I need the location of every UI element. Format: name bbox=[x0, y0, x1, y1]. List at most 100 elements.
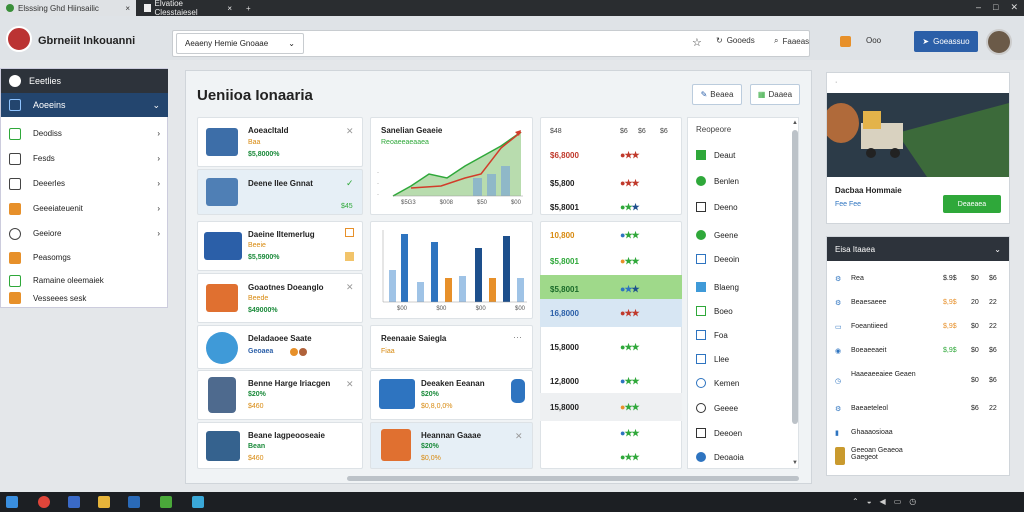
toolbar-button-1[interactable]: ✎ Beaea bbox=[692, 84, 742, 105]
table-row[interactable]: 15,8000 ●★★ bbox=[540, 393, 682, 421]
photos-icon[interactable] bbox=[192, 496, 204, 508]
star-icon[interactable]: ☆ bbox=[692, 36, 702, 49]
scroll-up-icon[interactable]: ▲ bbox=[792, 120, 798, 126]
share-button[interactable]: ➤ Goeassuo bbox=[914, 31, 978, 52]
detail-row[interactable]: ⚙ Baeaeteleol $6 22 bbox=[835, 405, 1003, 429]
battery-icon[interactable]: ▭ bbox=[894, 497, 902, 506]
more-icon[interactable]: ⋯ bbox=[513, 332, 522, 343]
table-row[interactable]: $5,8001 ●★★ bbox=[540, 193, 682, 221]
item-card-2[interactable]: Deene Ilee Gnnat $45 ✓ bbox=[197, 169, 363, 215]
x-tick: $00 bbox=[510, 200, 521, 206]
close-window-icon[interactable]: ✕ bbox=[1010, 2, 1018, 13]
toolbar-button-2[interactable]: ▦ Daaea bbox=[750, 84, 800, 105]
action-goods[interactable]: ↻ Gooeds bbox=[716, 36, 755, 45]
table-row[interactable]: $6,8000 ●★★ bbox=[540, 141, 682, 169]
item-card-3[interactable]: Daeine Iltemerlug Beeie $5,5900% bbox=[197, 221, 363, 271]
chevron-up-icon[interactable]: ⌃ bbox=[852, 497, 859, 506]
table-row[interactable]: 10,800 ●★★ bbox=[540, 221, 682, 249]
list-item[interactable]: Blaeng bbox=[696, 282, 739, 292]
folder-icon[interactable] bbox=[98, 496, 110, 508]
detail-row[interactable]: ◷ Haaeaeeaiee Geaen $0 $6 bbox=[835, 371, 1003, 405]
detail-row[interactable]: Geeoan Geaeoa Gaegeot bbox=[835, 447, 1003, 477]
table-row[interactable]: 12,8000 ●★★ bbox=[540, 367, 682, 395]
detail-row[interactable]: ⚙ Rea $.9$ $0 $6 bbox=[835, 275, 1003, 299]
table-row[interactable]: 15,8000 ●★★ bbox=[540, 333, 682, 361]
list-item[interactable]: Deoaoia bbox=[696, 452, 744, 462]
row-value: 15,8000 bbox=[550, 402, 579, 412]
promo-title: Dacbaa Hommaie bbox=[835, 186, 902, 195]
tab-close-icon[interactable]: × bbox=[125, 4, 130, 13]
browser-icon[interactable] bbox=[38, 496, 50, 508]
start-icon[interactable] bbox=[6, 496, 18, 508]
table-row[interactable]: —●★★ bbox=[540, 443, 682, 471]
list-item[interactable]: Deaut bbox=[696, 150, 735, 160]
detail-row[interactable]: ▭ Foeantiieed $,9$ $0 22 bbox=[835, 323, 1003, 347]
action-search[interactable]: ⌕ Faaeas bbox=[774, 36, 809, 46]
close-icon[interactable]: ✕ bbox=[346, 282, 354, 293]
user-avatar[interactable] bbox=[986, 29, 1012, 55]
item-card-5[interactable]: Deladaoee Saate Geoaea bbox=[197, 325, 363, 369]
detail-label: Rea bbox=[851, 275, 864, 282]
extension-icon[interactable] bbox=[840, 36, 851, 47]
mid-card-2[interactable]: Deeaken Eeanan $20% $0,8,0,0% bbox=[370, 370, 533, 420]
card-value: $49000% bbox=[248, 307, 278, 314]
list-item[interactable]: Kemen bbox=[696, 378, 739, 388]
mid-card-1[interactable]: Reenaaie Saiegla Fiaa ⋯ bbox=[370, 325, 533, 369]
tab-close-icon[interactable]: × bbox=[227, 4, 232, 13]
maximize-icon[interactable]: □ bbox=[993, 2, 998, 13]
mid-card-3[interactable]: Heannan Gaaae $20% $0,0% ✕ bbox=[370, 422, 533, 469]
new-tab-button[interactable]: + bbox=[240, 0, 254, 16]
sidebar-item-4[interactable]: Geeeiateuenit › bbox=[1, 196, 168, 221]
app-icon[interactable] bbox=[68, 496, 80, 508]
sidebar-item-6[interactable]: Peasomgs bbox=[1, 245, 168, 270]
action-more[interactable]: Ooo bbox=[866, 36, 881, 45]
vertical-scrollbar[interactable] bbox=[792, 130, 798, 424]
sidebar-item-3[interactable]: Deeerles › bbox=[1, 171, 168, 196]
detail-header[interactable]: Eisa Itaaea ⌄ bbox=[827, 237, 1009, 261]
card-title: Deene Ilee Gnnat bbox=[248, 179, 313, 188]
item-card-6[interactable]: Benne Harge Iriacgen $20% $460 ✕ bbox=[197, 370, 363, 420]
scroll-down-icon[interactable]: ▼ bbox=[792, 460, 798, 466]
list-item[interactable]: Deeno bbox=[696, 202, 738, 212]
truck-icon bbox=[204, 232, 242, 260]
network-icon[interactable]: ◒ bbox=[867, 497, 872, 506]
detail-row[interactable]: ▮ Ghaaaosioaa bbox=[835, 429, 1003, 447]
list-item[interactable]: Benlen bbox=[696, 176, 739, 186]
detail-row[interactable]: ◉ Boeaeeaeit $,9$ $0 $6 bbox=[835, 347, 1003, 371]
close-icon[interactable]: ✕ bbox=[346, 126, 354, 137]
browser-tab[interactable]: Elvatioe Clesstaiesel × bbox=[138, 0, 238, 17]
browser-tab-active[interactable]: Elsssing Ghd Hiinsailic × bbox=[0, 0, 136, 16]
item-card-1[interactable]: Aoeacltald Baa $5,8000% ✕ bbox=[197, 117, 363, 167]
detail-row-icon: ⚙ bbox=[835, 406, 842, 413]
item-card-4[interactable]: Goaotnes Doeanglo Beede $49000% ✕ bbox=[197, 273, 363, 323]
security-icon[interactable] bbox=[160, 496, 172, 508]
sidebar-item-active[interactable]: Aoeeins ⌄ bbox=[1, 93, 168, 117]
promo-button[interactable]: Deaeaea bbox=[943, 195, 1001, 213]
list-item[interactable]: Foa bbox=[696, 330, 728, 340]
close-icon[interactable]: ✕ bbox=[346, 379, 354, 390]
table-row-selected[interactable]: 16,8000 ●★★ bbox=[540, 299, 682, 327]
volume-icon[interactable]: ◀ bbox=[880, 497, 886, 506]
sidebar-item-1[interactable]: Deodiss › bbox=[1, 121, 168, 146]
detail-value: $.9$ bbox=[943, 275, 957, 282]
item-card-7[interactable]: Beane Iagpeooseaie Bean $460 bbox=[197, 422, 363, 469]
bar bbox=[445, 278, 452, 302]
minimize-icon[interactable]: – bbox=[976, 2, 981, 13]
list-item[interactable]: Boeo bbox=[696, 306, 733, 316]
list-item[interactable]: Deeoen bbox=[696, 428, 742, 438]
checkbox-icon[interactable] bbox=[345, 228, 354, 237]
detail-row[interactable]: ⚙ Beaesaeee $,9$ 20 22 bbox=[835, 299, 1003, 323]
sidebar-item-8[interactable]: Vesseees sesk bbox=[1, 289, 168, 307]
table-row[interactable]: $5,8001 ●★★ bbox=[540, 247, 682, 275]
list-item[interactable]: Geeee bbox=[696, 403, 738, 413]
clock-icon[interactable]: ◷ bbox=[909, 497, 916, 506]
store-icon[interactable] bbox=[128, 496, 140, 508]
sidebar-item-5[interactable]: Geeiore › bbox=[1, 221, 168, 246]
list-item[interactable]: Geene bbox=[696, 230, 738, 240]
list-item[interactable]: Deeoin bbox=[696, 254, 739, 264]
close-icon[interactable]: ✕ bbox=[515, 431, 523, 442]
sidebar-item-2[interactable]: Fesds › bbox=[1, 146, 168, 171]
scope-select[interactable]: Aeaeny Hemie Gnoaae ⌄ bbox=[176, 33, 304, 54]
horizontal-scrollbar[interactable] bbox=[347, 476, 799, 481]
list-item[interactable]: Llee bbox=[696, 354, 729, 364]
